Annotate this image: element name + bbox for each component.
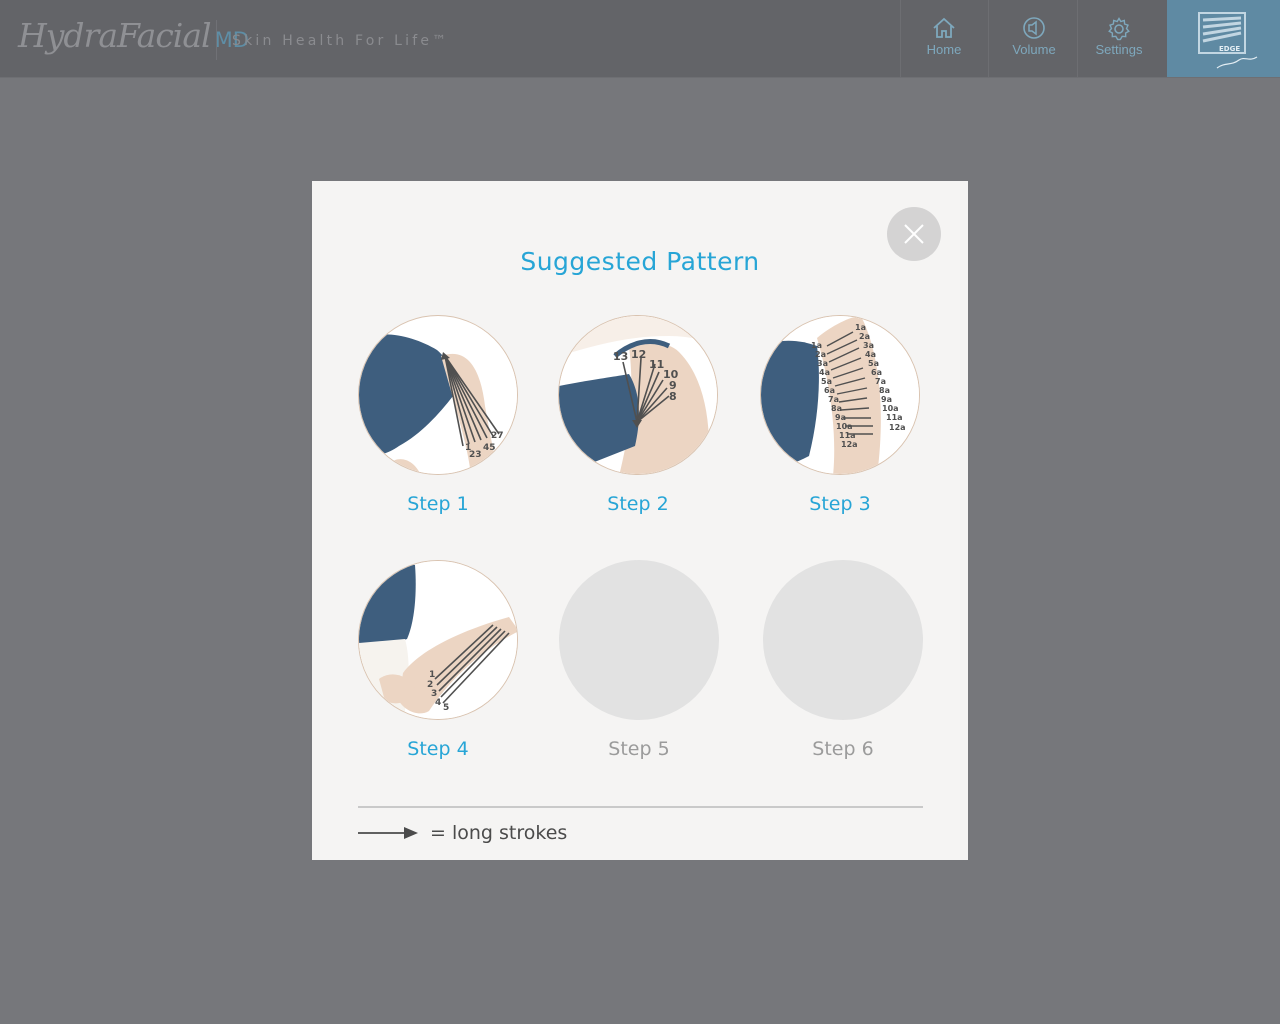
- tagline: Skin Health For Life™: [232, 33, 450, 49]
- svg-text:23: 23: [469, 450, 482, 460]
- edge-logo-button[interactable]: EDGE: [1167, 0, 1280, 77]
- svg-text:1: 1: [429, 670, 435, 680]
- svg-text:4a: 4a: [865, 350, 876, 359]
- step-4-image: 123 45: [358, 560, 518, 720]
- svg-text:4a: 4a: [819, 368, 830, 377]
- svg-text:13: 13: [613, 350, 628, 363]
- step-2-image: 13 12 11 10 9 8: [558, 315, 718, 475]
- step-5-card: Step 5: [539, 560, 739, 770]
- shoulder-pattern-image: 13 12 11 10 9 8: [559, 316, 717, 474]
- svg-text:4: 4: [435, 698, 441, 708]
- modal-title: Suggested Pattern: [520, 247, 760, 276]
- svg-text:1a: 1a: [811, 341, 822, 350]
- home-icon: [933, 17, 955, 38]
- svg-text:11a: 11a: [886, 413, 903, 422]
- svg-text:8a: 8a: [831, 404, 842, 413]
- svg-text:12a: 12a: [889, 423, 906, 432]
- suggested-pattern-modal: Suggested Pattern 1 23 45 27 Step 1 13 1…: [312, 181, 968, 860]
- svg-text:8: 8: [669, 390, 677, 403]
- svg-text:11a: 11a: [839, 431, 856, 440]
- svg-text:8a: 8a: [879, 386, 890, 395]
- svg-text:3a: 3a: [817, 359, 828, 368]
- edge-logo-text: EDGE: [1219, 45, 1240, 53]
- svg-text:45: 45: [483, 443, 496, 453]
- step-3-card[interactable]: 1a 2a 3a 4a 5a 6a 7a 8a 9a 10a 11a 12a 1a 2a 3a 4a…: [740, 315, 940, 525]
- nav-home-button[interactable]: Home: [900, 0, 988, 77]
- nav-home-label: Home: [926, 42, 962, 57]
- step-3-label: Step 3: [809, 493, 871, 515]
- step-2-label: Step 2: [607, 493, 669, 515]
- svg-text:3a: 3a: [863, 341, 874, 350]
- close-icon: [904, 224, 924, 244]
- svg-text:12: 12: [631, 348, 646, 361]
- nav-volume-label: Volume: [1012, 42, 1056, 57]
- hydrafacial-logo: HydraFacial MD: [18, 16, 249, 60]
- step-4-label: Step 4: [407, 738, 469, 760]
- nav-settings-label: Settings: [1095, 42, 1143, 57]
- arrow-right-icon: [358, 827, 418, 839]
- step-1-card[interactable]: 1 23 45 27 Step 1: [338, 315, 538, 525]
- svg-text:12a: 12a: [841, 440, 858, 449]
- svg-text:10a: 10a: [836, 422, 853, 431]
- back-arm-pattern-image: 1a2a3a 4a5a6a 7a8a9a 10a11a12a 1a2a3a 4a…: [761, 316, 919, 474]
- svg-text:5a: 5a: [821, 377, 832, 386]
- edge-logo: EDGE: [1198, 12, 1258, 69]
- svg-text:1a: 1a: [855, 323, 866, 332]
- svg-text:2a: 2a: [859, 332, 870, 341]
- nav-settings-button[interactable]: Settings: [1075, 0, 1163, 77]
- svg-text:5a: 5a: [868, 359, 879, 368]
- step-6-label: Step 6: [812, 738, 874, 760]
- nav-divider: [988, 0, 989, 77]
- svg-text:6a: 6a: [824, 386, 835, 395]
- step-4-card[interactable]: 123 45 Step 4: [338, 560, 538, 770]
- step-5-label: Step 5: [608, 738, 670, 760]
- svg-text:9a: 9a: [835, 413, 846, 422]
- step-6-card: Step 6: [743, 560, 943, 770]
- svg-text:2a: 2a: [815, 350, 826, 359]
- step-5-placeholder: [559, 560, 719, 720]
- logo-divider: [216, 20, 217, 60]
- logo-script-text: HydraFacial: [18, 16, 212, 55]
- forearm-pattern-image: 123 45: [359, 561, 517, 719]
- legend-text: = long strokes: [430, 822, 568, 844]
- svg-text:10a: 10a: [882, 404, 899, 413]
- arm-pattern-image: 1 23 45 27: [359, 316, 517, 474]
- top-bar: HydraFacial MD Skin Health For Life™ Home…: [0, 0, 1280, 78]
- step-2-card[interactable]: 13 12 11 10 9 8 Step 2: [538, 315, 738, 525]
- speaker-icon: [1023, 17, 1045, 39]
- nav-volume-button[interactable]: Volume: [990, 0, 1078, 77]
- svg-text:9a: 9a: [881, 395, 892, 404]
- step-3-image: 1a 2a 3a 4a 5a 6a 7a 8a 9a 10a 11a 12a 1a 2a 3a 4a…: [760, 315, 920, 475]
- gear-icon: [1108, 17, 1130, 41]
- legend-divider: [358, 806, 923, 808]
- svg-text:7a: 7a: [875, 377, 886, 386]
- step-6-placeholder: [763, 560, 923, 720]
- step-1-label: Step 1: [407, 493, 469, 515]
- svg-text:27: 27: [491, 431, 504, 441]
- step-1-image: 1 23 45 27: [358, 315, 518, 475]
- svg-text:5: 5: [443, 703, 449, 713]
- svg-text:7a: 7a: [828, 395, 839, 404]
- svg-text:6a: 6a: [871, 368, 882, 377]
